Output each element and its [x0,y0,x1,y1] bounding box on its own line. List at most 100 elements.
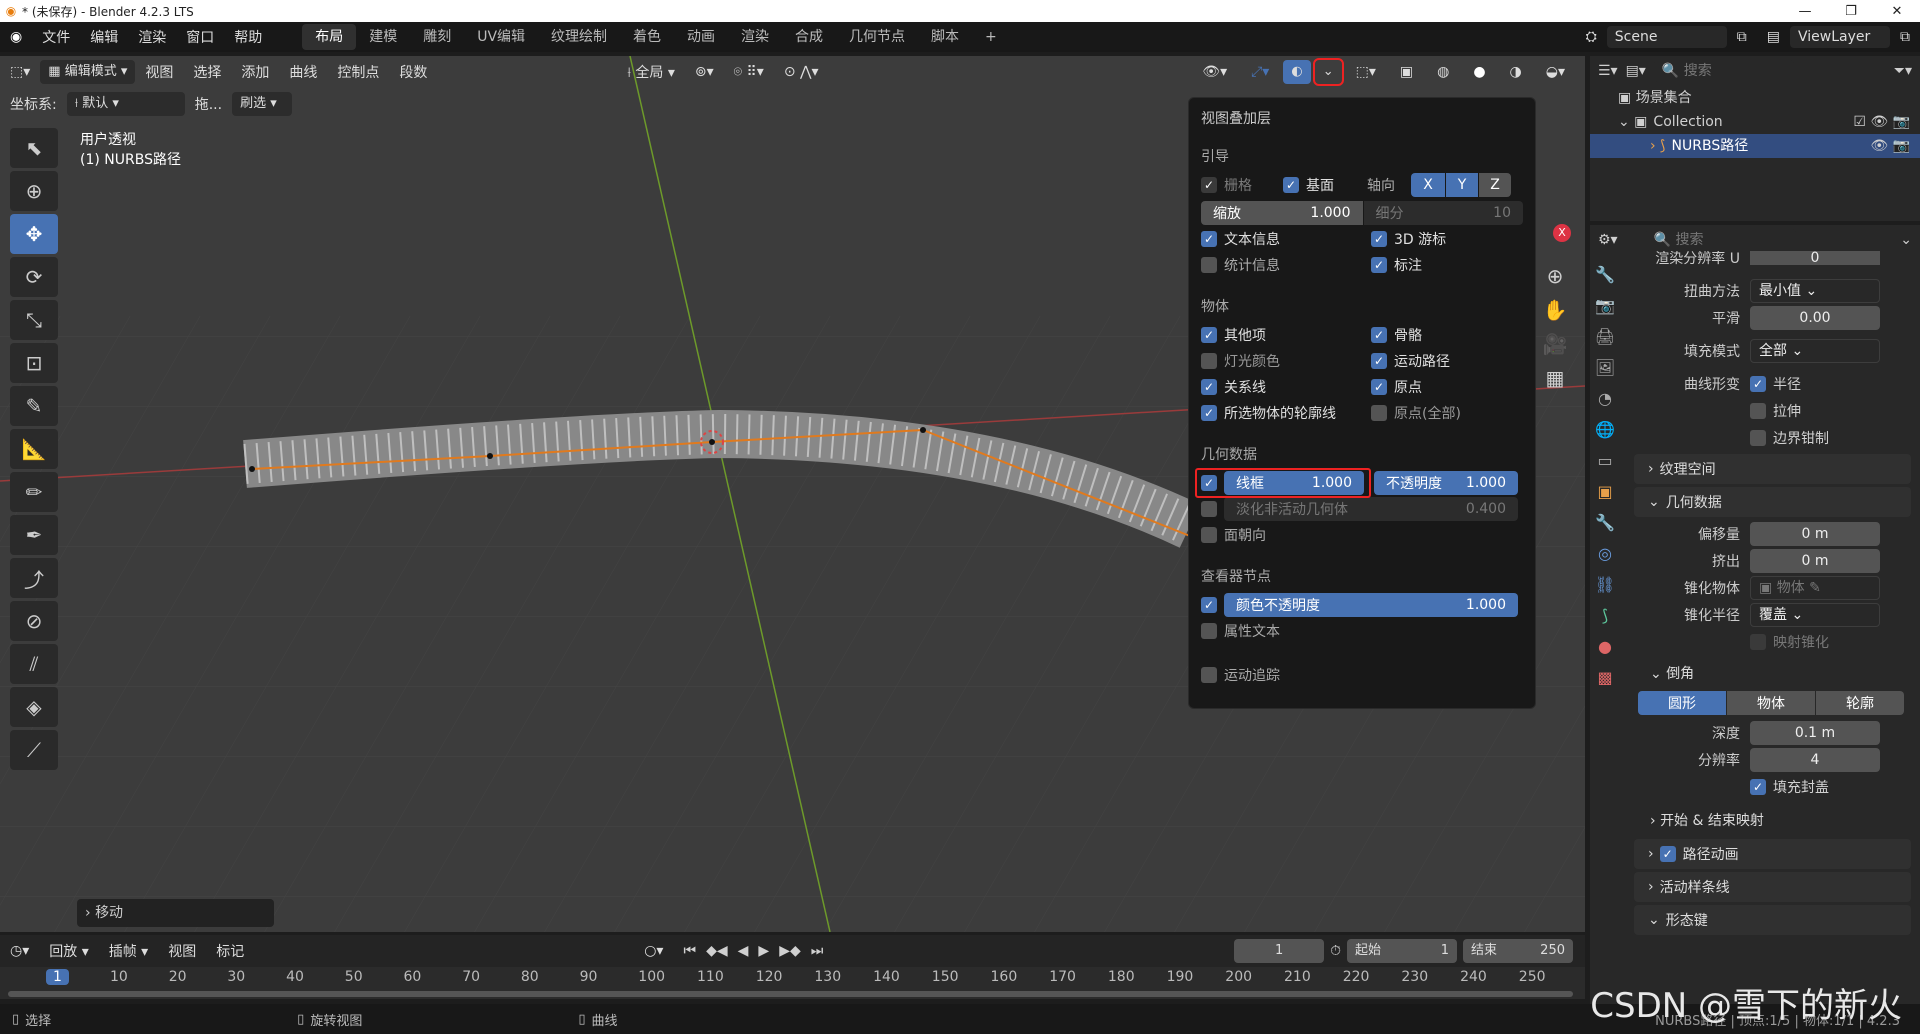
axis-x-toggle[interactable]: X [1411,173,1445,197]
menu-help[interactable]: 帮助 [224,27,272,47]
timeline-view-menu[interactable]: 视图 [158,941,206,961]
tool-tab-icon[interactable]: 🔧 [1595,265,1615,284]
tab-uv-editing[interactable]: UV编辑 [464,24,538,50]
new-scene-icon[interactable]: ⧉ [1727,29,1757,45]
path-animation-panel[interactable]: › ✓ 路径动画 [1634,839,1911,869]
rendered-shading-icon[interactable]: ◒▾ [1536,64,1575,80]
overlays-toggle-icon[interactable]: ◐ [1283,60,1311,84]
display-mode-icon[interactable]: ▤▾ [1626,63,1646,79]
mesh-edit-overlay-icon[interactable]: ⬚▾ [1346,64,1386,80]
tab-geometry-nodes[interactable]: 几何节点 [836,24,918,50]
depth-field[interactable]: 0.1 m [1750,720,1880,745]
material-shading-icon[interactable]: ◑ [1500,64,1532,80]
tilt-tool-icon[interactable]: ⫽ [10,644,58,684]
floor-checkbox[interactable]: ✓ [1283,177,1299,193]
taper-object-field[interactable]: ▣ 物体 ✎ [1750,575,1880,600]
menu-curve[interactable]: 曲线 [279,62,327,82]
control-point[interactable] [487,453,493,459]
tab-shading[interactable]: 着色 [620,24,674,50]
tab-sculpting[interactable]: 雕刻 [410,24,464,50]
offset-field[interactable]: 0 m [1750,521,1880,546]
collection-visibility-icon[interactable]: ☑ 👁 📷 [1853,110,1920,134]
play-reverse-icon[interactable]: ◀ [738,943,749,959]
menu-add[interactable]: 添加 [231,62,279,82]
editor-type-icon[interactable]: ⬚▾ [0,64,40,80]
menu-render[interactable]: 渲染 [128,27,176,47]
menu-window[interactable]: 窗口 [176,27,224,47]
taper-radius-dropdown[interactable]: 覆盖 ⌄ [1750,602,1880,627]
pivot-icon[interactable]: ⊚▾ [685,64,724,80]
scene-icon[interactable]: ⛭ [1576,29,1607,45]
playback-menu[interactable]: 回放 ▾ [39,941,98,961]
radius-checkbox[interactable]: ✓ [1750,375,1766,392]
shape-keys-panel[interactable]: ⌄ 形态键 [1634,905,1911,935]
tab-rendering[interactable]: 渲染 [728,24,782,50]
start-end-mapping-subpanel[interactable]: › 开始 & 结束映射 [1630,806,1915,836]
menu-file[interactable]: 文件 [32,27,80,47]
visibility-icon[interactable]: 👁▾ [1192,64,1237,80]
bounds-clamp-checkbox[interactable] [1750,429,1766,446]
tab-texture-paint[interactable]: 纹理绘制 [538,24,620,50]
color-opacity-slider[interactable]: 颜色不透明度 1.000 [1224,593,1518,617]
tab-layout[interactable]: 布局 [302,24,357,50]
extras-checkbox[interactable]: ✓ [1201,327,1217,343]
extrude-field[interactable]: 0 m [1750,548,1880,573]
properties-search-input[interactable]: 🔍 搜索 [1645,229,1796,251]
scene-collection-row[interactable]: ▣ 场景集合 [1590,86,1920,110]
timeline-ruler[interactable]: 1 10 20 30 40 50 60 70 80 90 100 110 120 130 140 150 160… [0,967,1585,999]
extrude-tool-icon[interactable]: ⤴ [10,558,58,598]
bevel-round-button[interactable]: 圆形 [1638,691,1726,715]
pan-hand-icon[interactable]: ✋ [1537,298,1573,322]
texture-tab-icon[interactable]: ▩ [1597,668,1612,687]
cursor-tool-icon[interactable]: ⊕ [10,171,58,211]
tab-scripting[interactable]: 脚本 [918,24,972,50]
tab-modeling[interactable]: 建模 [356,24,410,50]
object-visibility-icon[interactable]: 👁 📷 [1870,134,1920,158]
xray-icon[interactable]: ▣ [1390,64,1423,80]
data-tab-icon[interactable]: ⟆ [1602,606,1608,625]
maximize-button[interactable]: ❐ [1828,4,1874,19]
control-point[interactable] [920,427,926,433]
chevron-down-icon[interactable]: ⌄ [1900,232,1912,248]
blender-menu-icon[interactable]: ◉ [0,29,32,45]
resolution-field[interactable]: 4 [1750,747,1880,772]
overlays-dropdown-icon[interactable]: ⌄ [1312,58,1344,86]
annotate-tool-icon[interactable]: ✎ [10,386,58,426]
scene-tab-icon[interactable]: ◔ [1598,389,1612,408]
outliner-editor-icon[interactable]: ☰▾ [1598,63,1618,79]
material-tab-icon[interactable]: ● [1598,637,1612,656]
current-frame-field[interactable]: 1 [1234,939,1325,963]
outliner-search-input[interactable]: 🔍 搜索 [1653,60,1794,82]
ortho-grid-icon[interactable]: ▦ [1537,366,1573,390]
smooth-field[interactable]: 0.00 [1750,305,1880,330]
nurbs-path-row[interactable]: › ⟆ NURBS路径 👁 📷 [1590,134,1920,158]
keying-menu[interactable]: 插帧 ▾ [99,941,158,961]
bevel-profile-button[interactable]: 轮廓 [1816,691,1904,715]
timeline-editor-icon[interactable]: ◷▾ [0,943,39,959]
start-frame-field[interactable]: 起始 1 [1347,939,1457,963]
object-tab-icon[interactable]: ▣ [1597,482,1612,501]
fade-inactive-checkbox[interactable] [1201,501,1217,517]
zoom-icon[interactable]: ⊕ [1537,264,1573,288]
measure-tool-icon[interactable]: 📐 [10,429,58,469]
fill-caps-checkbox[interactable]: ✓ [1750,778,1766,795]
axis-y-toggle[interactable]: Y [1446,173,1478,197]
fade-inactive-slider[interactable]: 淡化非活动几何体 0.400 [1224,497,1518,521]
active-spline-panel[interactable]: › 活动样条线 [1634,872,1911,902]
transform-tool-icon[interactable]: ⊡ [10,343,58,383]
bones-checkbox[interactable]: ✓ [1371,327,1387,343]
light-colors-checkbox[interactable] [1201,353,1217,369]
last-operator-panel[interactable]: › 移动 [77,899,274,927]
wireframe-opacity-slider[interactable]: 不透明度 1.000 [1374,471,1518,495]
add-workspace-button[interactable]: + [972,24,1010,50]
gizmo-toggle-icon[interactable]: ⤢▾ [1241,64,1279,80]
x-axis-gizmo-icon[interactable]: X [1553,224,1571,242]
stretch-checkbox[interactable] [1750,402,1766,419]
solid-shading-icon[interactable]: ● [1463,64,1495,80]
minimize-button[interactable]: — [1782,4,1828,19]
constraints-tab-icon[interactable]: ⛓ [1595,575,1615,594]
world-tab-icon[interactable]: 🌐 [1595,420,1615,439]
annotations-checkbox[interactable]: ✓ [1371,257,1387,273]
radius-tool-icon[interactable]: ⊘ [10,601,58,641]
origins-all-checkbox[interactable] [1371,405,1387,421]
